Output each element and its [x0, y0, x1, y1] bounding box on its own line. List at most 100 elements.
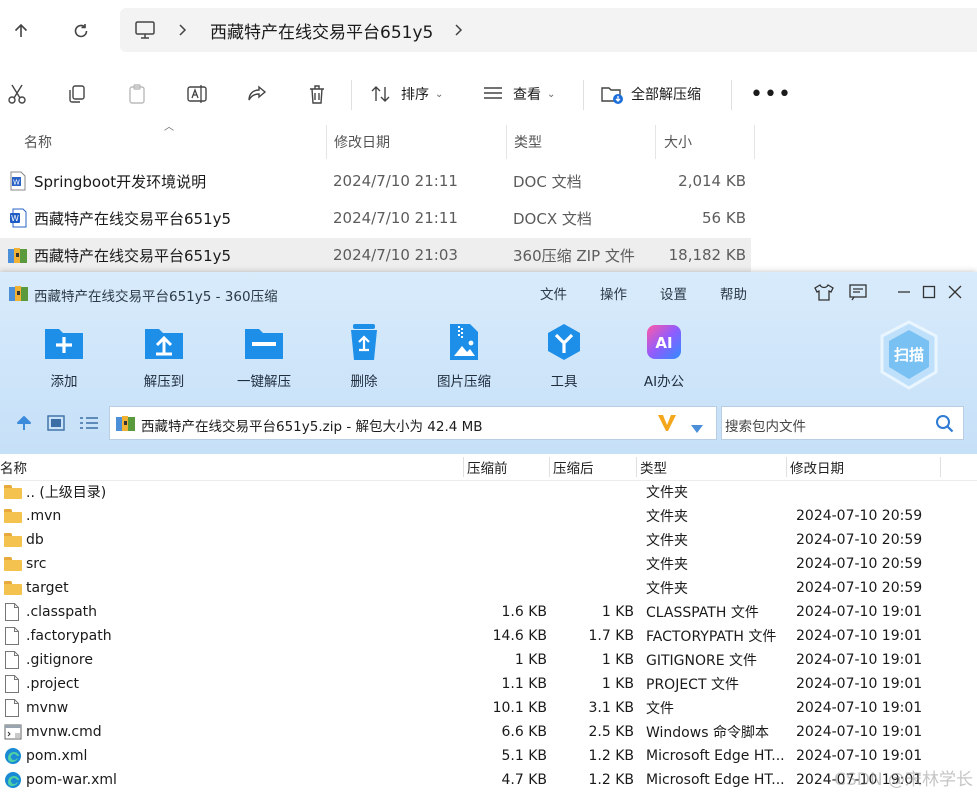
delete-label: 删除	[350, 374, 378, 390]
file-row[interactable]: W Springboot开发环境说明 2024/7/10 21:11 DOC 文…	[0, 164, 751, 198]
maximize-button[interactable]	[917, 280, 941, 304]
scan-button[interactable]: 扫描	[878, 320, 940, 390]
rename-icon	[187, 85, 207, 103]
refresh-icon	[74, 24, 88, 38]
more-options-icon[interactable]: •••	[750, 79, 792, 109]
column-header-date[interactable]: 修改日期	[334, 125, 390, 159]
toolbar-divider	[731, 80, 732, 110]
add-button[interactable]: 添加	[24, 322, 104, 392]
file-type: 360压缩 ZIP 文件	[513, 246, 635, 265]
entry-type: Microsoft Edge HT...	[646, 748, 785, 764]
ai-office-button[interactable]: AI AI办公	[624, 322, 704, 392]
address-bar[interactable]: 西藏特产在线交易平台651y5	[120, 8, 977, 52]
parent-folder-button[interactable]	[15, 414, 33, 436]
tools-icon	[542, 322, 586, 362]
entry-packed-size: 1 KB	[514, 652, 547, 668]
ai-office-icon: AI	[642, 322, 686, 362]
entry-compressed-size: 1.2 KB	[588, 748, 635, 764]
column-header-size[interactable]: 大小	[664, 125, 692, 159]
entry-type: 文件	[646, 701, 674, 717]
share-button[interactable]	[244, 81, 270, 107]
breadcrumb-folder[interactable]: 西藏特产在线交易平台651y5	[210, 8, 433, 52]
file-row[interactable]: .factorypath 14.6 KB 1.7 KB FACTORYPATH 文件 2…	[0, 624, 977, 648]
menu-file[interactable]: 文件	[540, 283, 567, 303]
file-icon	[4, 648, 20, 672]
file-row-selected[interactable]: 西藏特产在线交易平台651y5 2024/7/10 21:03 360压缩 ZI…	[0, 238, 751, 272]
search-icon[interactable]	[935, 414, 955, 438]
list-view-button[interactable]	[79, 415, 99, 435]
skin-button[interactable]	[812, 280, 836, 304]
column-header-name[interactable]: 名称	[0, 454, 27, 480]
column-header-type[interactable]: 类型	[640, 454, 667, 480]
up-arrow-icon	[14, 23, 28, 37]
delete-archive-item-button[interactable]: 删除	[324, 322, 404, 392]
chevron-down-icon: ⌄	[435, 88, 444, 100]
list-view-icon	[80, 417, 98, 429]
archive-path-bar[interactable]: 西藏特产在线交易平台651y5.zip - 解包大小为 42.4 MB	[109, 406, 717, 440]
folder-row[interactable]: db 文件夹 2024-07-10 20:59	[0, 528, 977, 552]
menu-help[interactable]: 帮助	[720, 283, 747, 303]
archive-path-text: 西藏特产在线交易平台651y5.zip - 解包大小为 42.4 MB	[141, 419, 483, 435]
column-header-date[interactable]: 修改日期	[790, 454, 844, 480]
ai-office-label: AI办公	[643, 374, 685, 390]
folder-icon	[4, 528, 22, 552]
view-button[interactable]: 查看 ⌄	[482, 79, 555, 109]
entry-date: 2024-07-10 20:59	[796, 556, 923, 572]
file-date: 2024/7/10 21:11	[333, 209, 458, 227]
image-compress-button[interactable]: 图片压缩	[424, 322, 504, 392]
folder-row[interactable]: target 文件夹 2024-07-10 20:59	[0, 576, 977, 600]
folder-row[interactable]: .. (上级目录) 文件夹	[0, 480, 977, 504]
thumbnail-view-icon	[47, 415, 65, 431]
column-header-packed[interactable]: 压缩前	[467, 454, 508, 480]
chevron-right-icon[interactable]	[454, 8, 464, 52]
sort-button[interactable]: 排序 ⌄	[370, 79, 443, 109]
extract-all-button[interactable]: 全部解压缩	[600, 79, 701, 109]
column-header-compressed[interactable]: 压缩后	[553, 454, 594, 480]
rename-button[interactable]	[184, 81, 210, 107]
entry-name: .gitignore	[26, 652, 93, 668]
refresh-button[interactable]	[66, 16, 96, 46]
recycle-bin-icon	[342, 322, 386, 362]
entry-date: 2024-07-10 19:01	[796, 724, 923, 740]
v-logo-icon[interactable]	[656, 413, 678, 437]
one-click-extract-icon	[242, 322, 286, 362]
copy-button[interactable]	[64, 81, 90, 107]
thumbnail-view-button[interactable]	[47, 415, 65, 435]
entry-compressed-size: 3.1 KB	[588, 700, 635, 716]
folder-row[interactable]: .mvn 文件夹 2024-07-10 20:59	[0, 504, 977, 528]
copy-icon	[69, 85, 85, 103]
delete-button[interactable]	[304, 81, 330, 107]
file-row[interactable]: pom-war.xml 4.7 KB 1.2 KB Microsoft Edge HT…	[0, 768, 977, 792]
file-row[interactable]: pom.xml 5.1 KB 1.2 KB Microsoft Edge HT... 2…	[0, 744, 977, 768]
folder-row[interactable]: src 文件夹 2024-07-10 20:59	[0, 552, 977, 576]
cut-button[interactable]	[4, 81, 30, 107]
menu-operation[interactable]: 操作	[600, 283, 627, 303]
dropdown-arrow-icon[interactable]	[690, 419, 704, 438]
search-input[interactable]: 搜索包内文件	[725, 415, 806, 435]
up-arrow-button[interactable]	[6, 16, 36, 46]
file-row[interactable]: .classpath 1.6 KB 1 KB CLASSPATH 文件 2024-07-…	[0, 600, 977, 624]
file-row[interactable]: .project 1.1 KB 1 KB PROJECT 文件 2024-07-10 1…	[0, 672, 977, 696]
column-header-type[interactable]: 类型	[514, 125, 542, 159]
trash-icon	[310, 85, 324, 104]
folder-icon	[4, 480, 22, 504]
entry-name: .. (上级目录)	[26, 485, 107, 501]
file-icon	[4, 696, 20, 720]
menu-settings[interactable]: 设置	[660, 283, 687, 303]
one-click-extract-button[interactable]: 一键解压	[224, 322, 304, 392]
file-row[interactable]: .gitignore 1 KB 1 KB GITIGNORE 文件 2024-07-10…	[0, 648, 977, 672]
file-row[interactable]: W 西藏特产在线交易平台651y5 2024/7/10 21:11 DOCX 文…	[0, 201, 751, 235]
edge-icon	[4, 744, 22, 768]
archive-search-box[interactable]: 搜索包内文件	[721, 406, 964, 440]
column-header-name[interactable]: 名称	[24, 125, 52, 159]
maximize-icon	[922, 285, 936, 299]
minimize-button[interactable]	[892, 280, 916, 304]
close-button[interactable]	[943, 280, 967, 304]
paste-button[interactable]	[124, 81, 150, 107]
tools-button[interactable]: 工具	[524, 322, 604, 392]
feedback-button[interactable]	[846, 280, 870, 304]
entry-compressed-size: 1.2 KB	[588, 772, 635, 788]
file-row[interactable]: mvnw 10.1 KB 3.1 KB 文件 2024-07-10 19:01	[0, 696, 977, 720]
file-row[interactable]: mvnw.cmd 6.6 KB 2.5 KB Windows 命令脚本 2024-07-…	[0, 720, 977, 744]
extract-to-button[interactable]: 解压到	[124, 322, 204, 392]
